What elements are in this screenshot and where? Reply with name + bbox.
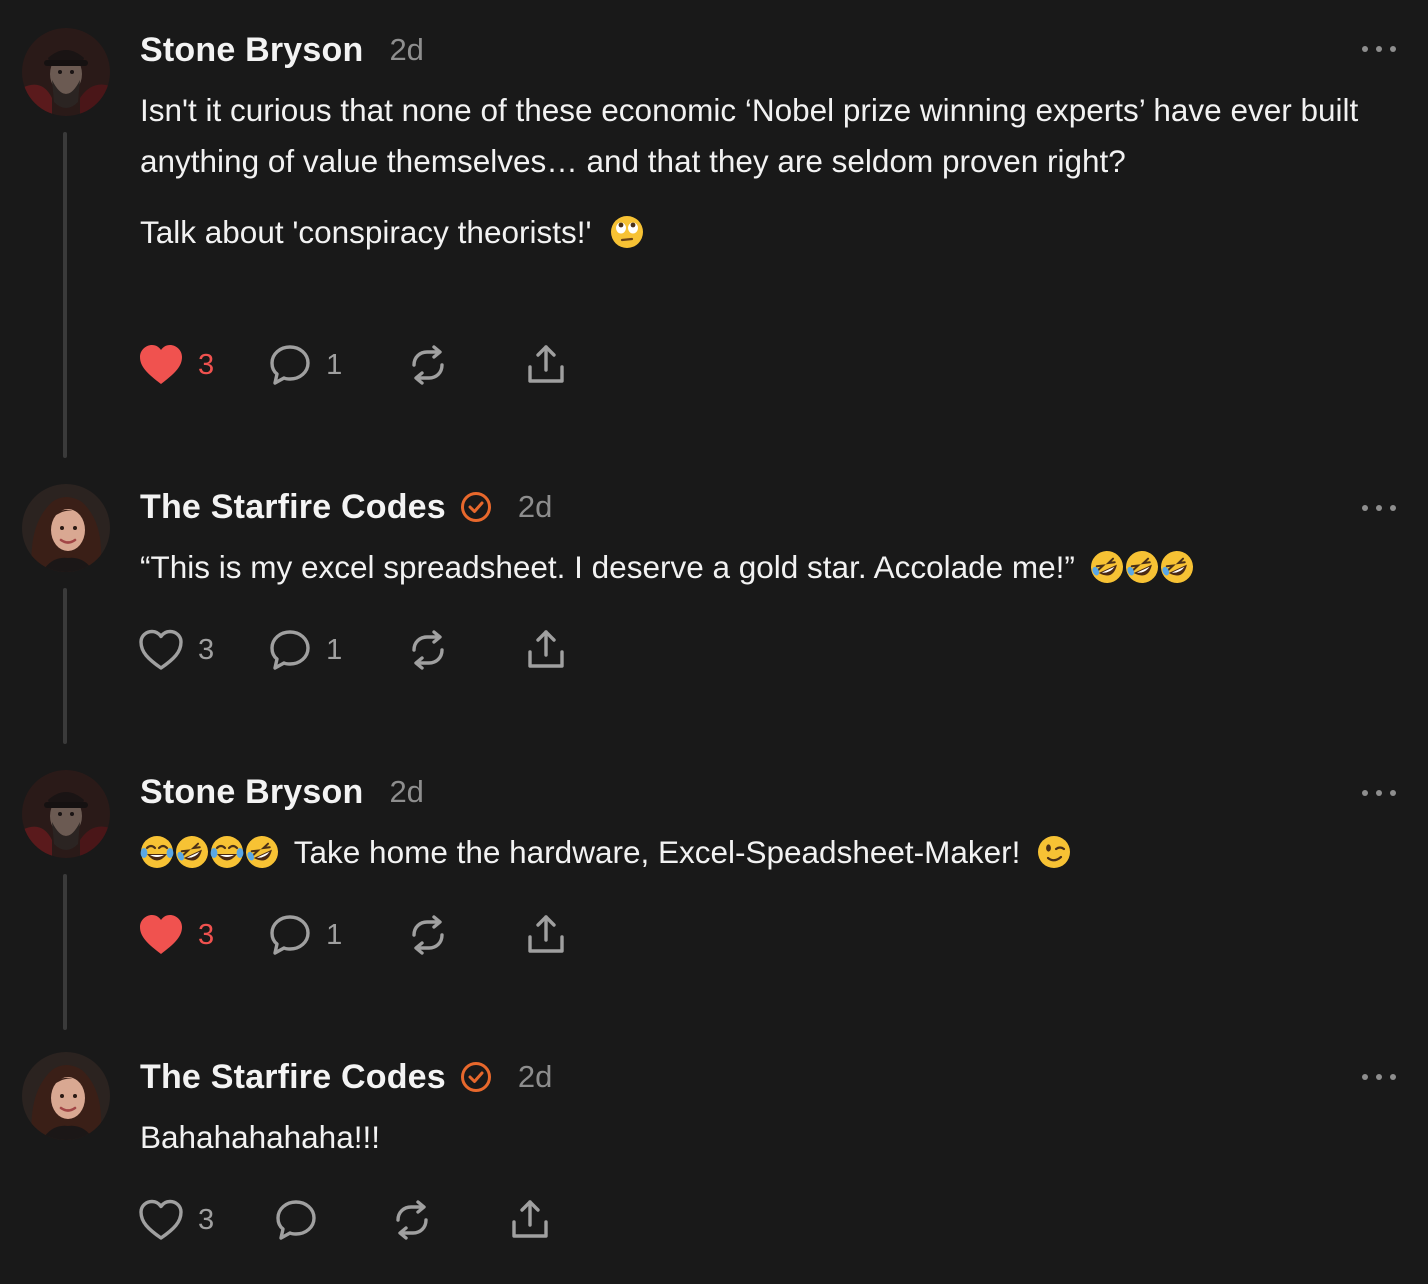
- share-icon: [512, 1200, 548, 1238]
- more-options-icon[interactable]: [1362, 1070, 1396, 1084]
- rolling-on-floor-laughing-icon: [1160, 548, 1194, 583]
- heart-icon: [140, 915, 182, 954]
- like-count: 3: [198, 633, 215, 666]
- comment-thread: Stone Bryson 2d Isn't it curious that no…: [0, 0, 1428, 1284]
- share-button[interactable]: [524, 912, 568, 958]
- action-bar: 3: [138, 1197, 552, 1243]
- like-button[interactable]: 3: [138, 342, 214, 388]
- more-options-icon[interactable]: [1362, 501, 1396, 515]
- repost-button[interactable]: [406, 342, 450, 388]
- action-bar: 3 1: [138, 627, 568, 673]
- more-options-icon[interactable]: [1362, 786, 1396, 800]
- rolling-on-floor-laughing-icon: [245, 833, 279, 868]
- rolling-on-floor-laughing-icon: [1125, 548, 1159, 583]
- comment: Stone Bryson 2d Take home the hardware, …: [0, 770, 1428, 1030]
- repost-icon: [412, 630, 444, 670]
- avatar[interactable]: [22, 770, 110, 858]
- comment-text: Isn't it curious that none of these econ…: [140, 92, 1359, 179]
- comment-body: Isn't it curious that none of these econ…: [140, 85, 1368, 258]
- share-button[interactable]: [508, 1197, 552, 1243]
- winking-face-icon: [1037, 833, 1071, 868]
- avatar[interactable]: [22, 28, 110, 116]
- thread-line: [63, 132, 67, 458]
- share-icon: [528, 915, 564, 953]
- comment-icon: [270, 345, 310, 385]
- comment-header: The Starfire Codes 2d: [140, 487, 552, 527]
- author-name[interactable]: Stone Bryson: [140, 31, 363, 70]
- face-with-rolling-eyes-icon: [610, 213, 644, 248]
- action-bar: 3 1: [138, 912, 568, 958]
- share-button[interactable]: [524, 342, 568, 388]
- comment-icon: [270, 630, 310, 670]
- comment-icon: [270, 915, 310, 955]
- share-button[interactable]: [524, 627, 568, 673]
- verified-badge-icon: [460, 1062, 491, 1092]
- comment-body: “This is my excel spreadsheet. I deserve…: [140, 542, 1388, 593]
- comment-text-line: “This is my excel spreadsheet. I deserve…: [140, 542, 1388, 593]
- rolling-on-floor-laughing-icon: [175, 833, 209, 868]
- avatar[interactable]: [22, 1052, 110, 1140]
- comment: The Starfire Codes 2d “This is my excel …: [0, 484, 1428, 744]
- reply-button[interactable]: 1: [268, 342, 342, 388]
- rolling-on-floor-laughing-icon: [1090, 548, 1124, 583]
- comment-text-line: Talk about 'conspiracy theorists!': [140, 207, 1368, 258]
- timestamp: 2d: [389, 774, 424, 809]
- repost-icon: [412, 345, 444, 385]
- thread-line: [63, 588, 67, 744]
- comment-text: Bahahahahaha!!!: [140, 1119, 380, 1155]
- reply-button[interactable]: 1: [268, 627, 342, 673]
- verified-badge-icon: [460, 492, 491, 522]
- repost-button[interactable]: [390, 1197, 434, 1243]
- like-count: 3: [198, 918, 215, 951]
- comment-text: Take home the hardware, Excel-Speadsheet…: [293, 834, 1021, 870]
- comment-icon: [276, 1200, 316, 1240]
- timestamp: 2d: [517, 1059, 553, 1094]
- timestamp: 2d: [389, 32, 424, 67]
- comment-body: Bahahahahaha!!!: [140, 1112, 1368, 1163]
- like-button[interactable]: 3: [138, 1197, 214, 1243]
- thread-line: [63, 874, 67, 1030]
- comment-text: Talk about 'conspiracy theorists!': [140, 214, 592, 250]
- like-count: 3: [198, 1203, 215, 1236]
- comment-text-line: Take home the hardware, Excel-Speadsheet…: [140, 827, 1368, 878]
- heart-icon: [139, 629, 183, 670]
- more-options-icon[interactable]: [1362, 42, 1396, 56]
- reply-button[interactable]: [274, 1197, 318, 1243]
- author-name[interactable]: The Starfire Codes: [140, 1058, 446, 1097]
- reply-count: 1: [326, 918, 343, 951]
- like-count: 3: [198, 348, 215, 381]
- share-icon: [528, 345, 564, 383]
- like-button[interactable]: 3: [138, 627, 214, 673]
- comment-body: Take home the hardware, Excel-Speadsheet…: [140, 827, 1368, 878]
- reply-count: 1: [326, 633, 343, 666]
- comment-header: The Starfire Codes 2d: [140, 1057, 552, 1097]
- timestamp: 2d: [517, 489, 553, 524]
- comment-header: Stone Bryson 2d: [140, 30, 424, 70]
- like-button[interactable]: 3: [138, 912, 214, 958]
- author-name[interactable]: Stone Bryson: [140, 773, 363, 812]
- avatar[interactable]: [22, 484, 110, 572]
- comment-text: “This is my excel spreadsheet. I deserve…: [140, 549, 1075, 585]
- heart-icon: [139, 1199, 183, 1240]
- comment-header: Stone Bryson 2d: [140, 772, 424, 812]
- reply-count: 1: [326, 348, 343, 381]
- heart-icon: [140, 345, 182, 384]
- repost-icon: [412, 915, 444, 955]
- repost-button[interactable]: [406, 912, 450, 958]
- face-with-tears-of-joy-icon: [210, 833, 244, 868]
- repost-button[interactable]: [406, 627, 450, 673]
- reply-button[interactable]: 1: [268, 912, 342, 958]
- action-bar: 3 1: [138, 342, 568, 388]
- repost-icon: [396, 1200, 428, 1240]
- face-with-tears-of-joy-icon: [140, 833, 174, 868]
- share-icon: [528, 630, 564, 668]
- comment: Stone Bryson 2d Isn't it curious that no…: [0, 28, 1428, 458]
- comment: The Starfire Codes 2d Bahahahahaha!!! 3: [0, 1052, 1428, 1272]
- author-name[interactable]: The Starfire Codes: [140, 488, 446, 527]
